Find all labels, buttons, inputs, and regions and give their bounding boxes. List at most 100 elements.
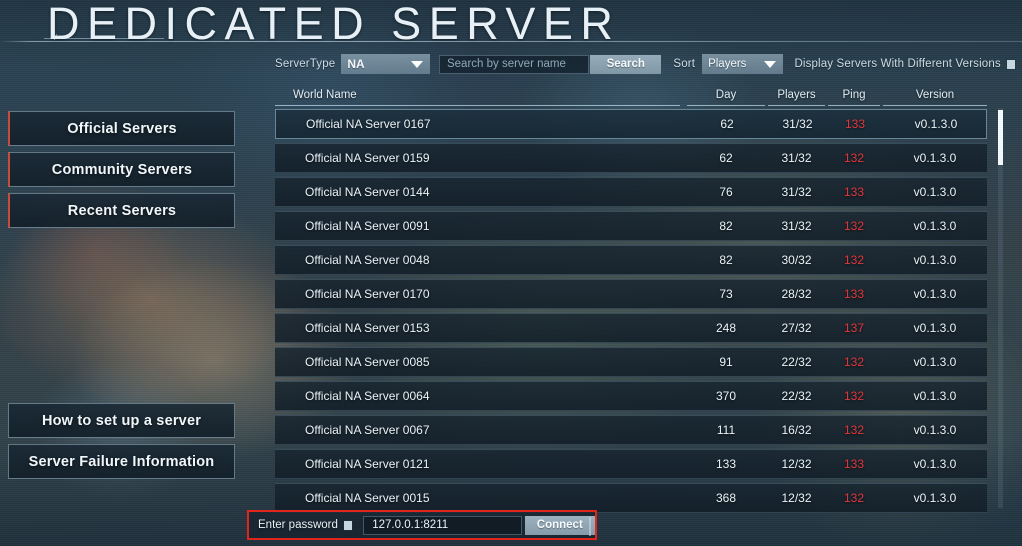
table-row[interactable]: Official NA Server 0091 82 31/32 132 v0.1.3.… [275,211,987,241]
cell-world-name: Official NA Server 0048 [305,253,430,267]
connect-bar: Enter password 127.0.0.1:8211 Connect [247,510,597,540]
cell-players: 22/32 [781,389,812,403]
sort-value: Players [708,58,747,70]
server-type-select[interactable]: NA [341,54,430,74]
server-type-value: NA [347,57,365,71]
cell-day: 111 [716,423,736,437]
filter-toolbar: ServerType NA Search by server name Sear… [275,54,1015,74]
search-input[interactable]: Search by server name [438,54,590,74]
table-row[interactable]: Official NA Server 0170 73 28/32 133 v0.1.3.… [275,279,987,309]
table-row[interactable]: Official NA Server 0167 62 31/32 133 v0.1.3.… [275,109,987,139]
cell-day: 370 [715,389,737,403]
cell-version: v0.1.3.0 [913,253,957,267]
column-header-world-name[interactable]: World Name [275,84,680,106]
server-address-input[interactable]: 127.0.0.1:8211 [363,515,522,535]
cell-day: 368 [715,491,737,505]
cell-version: v0.1.3.0 [913,219,957,233]
cell-world-name: Official NA Server 0015 [305,491,430,505]
search-placeholder: Search by server name [446,58,566,70]
cell-players: 28/32 [781,287,812,301]
cell-world-name: Official NA Server 0091 [305,219,430,233]
cell-version: v0.1.3.0 [913,185,957,199]
connect-button[interactable]: Connect [524,515,596,535]
table-row[interactable]: Official NA Server 0121 133 12/32 133 v0.1.3… [275,449,987,479]
sort-label: Sort [673,58,696,70]
cell-world-name: Official NA Server 0144 [305,185,430,199]
sidebar-item-how-to-set-up-a-server[interactable]: How to set up a server [8,403,235,438]
enter-password-label: Enter password [258,519,338,531]
cell-ping: 132 [843,253,865,267]
cell-day: 91 [719,355,733,369]
cell-ping: 132 [843,151,865,165]
table-row[interactable]: Official NA Server 0153 248 27/32 137 v0.1.3… [275,313,987,343]
server-rows: Official NA Server 0167 62 31/32 133 v0.1.3.… [275,109,987,514]
cell-day: 62 [720,117,734,131]
sidebar-item-label: How to set up a server [41,412,202,429]
cell-players: 27/32 [781,321,812,335]
cell-day: 62 [719,151,733,165]
enter-password-checkbox[interactable] [343,520,353,530]
server-type-label: ServerType [275,58,336,70]
table-row[interactable]: Official NA Server 0067 111 16/32 132 v0.1.3… [275,415,987,445]
cell-world-name: Official NA Server 0064 [305,389,430,403]
sidebar-item-label: Recent Servers [67,202,177,219]
cell-version: v0.1.3.0 [913,491,957,505]
cell-version: v0.1.3.0 [913,321,957,335]
table-row[interactable]: Official NA Server 0015 368 12/32 132 v0.1.3… [275,483,987,513]
cell-players: 31/32 [781,219,812,233]
cell-players: 31/32 [781,151,812,165]
cell-ping: 133 [844,117,866,131]
cell-version: v0.1.3.0 [913,355,957,369]
cell-ping: 133 [843,185,865,199]
cell-ping: 132 [843,219,865,233]
cell-ping: 133 [843,287,865,301]
table-row[interactable]: Official NA Server 0144 76 31/32 133 v0.1.3.… [275,177,987,207]
scrollbar-thumb[interactable] [998,110,1003,165]
cell-ping: 137 [843,321,865,335]
column-header-day[interactable]: Day [687,84,765,106]
table-row[interactable]: Official NA Server 0159 62 31/32 132 v0.1.3.… [275,143,987,173]
server-list-header: World Name Day Players Ping Version [275,84,987,108]
sort-select[interactable]: Players [702,54,784,74]
cell-day: 248 [715,321,737,335]
cell-day: 73 [719,287,733,301]
cell-day: 82 [719,219,733,233]
cell-players: 12/32 [781,491,812,505]
cell-players: 31/32 [781,185,812,199]
cell-players: 31/32 [782,117,813,131]
sidebar-item-recent-servers[interactable]: Recent Servers [8,193,235,228]
cell-world-name: Official NA Server 0085 [305,355,430,369]
cell-players: 22/32 [781,355,812,369]
server-list: World Name Day Players Ping Version Offi… [275,84,987,514]
sidebar-item-community-servers[interactable]: Community Servers [8,152,235,187]
sidebar-item-official-servers[interactable]: Official Servers [8,111,235,146]
title-accent-line [44,38,164,39]
cell-version: v0.1.3.0 [913,423,957,437]
cell-day: 76 [719,185,733,199]
server-address-value: 127.0.0.1:8211 [372,519,449,531]
cell-ping: 132 [843,423,865,437]
cell-version: v0.1.3.0 [913,151,957,165]
different-versions-checkbox[interactable] [1006,59,1015,69]
cell-day: 133 [715,457,737,471]
cell-world-name: Official NA Server 0153 [305,321,430,335]
table-row[interactable]: Official NA Server 0064 370 22/32 132 v0.1.3… [275,381,987,411]
sidebar-item-server-failure-information[interactable]: Server Failure Information [8,444,235,479]
table-row[interactable]: Official NA Server 0085 91 22/32 132 v0.1.3.… [275,347,987,377]
cell-world-name: Official NA Server 0159 [305,151,430,165]
cell-version: v0.1.3.0 [913,287,957,301]
column-header-ping[interactable]: Ping [828,84,880,106]
page-title: DEDICATED SERVER [47,0,621,49]
cell-version: v0.1.3.0 [913,457,957,471]
server-list-scrollbar[interactable] [998,108,1003,508]
column-header-players[interactable]: Players [768,84,825,106]
cell-day: 82 [719,253,733,267]
cell-world-name: Official NA Server 0067 [305,423,430,437]
column-header-version[interactable]: Version [883,84,987,106]
cell-players: 16/32 [781,423,812,437]
chevron-down-icon [764,61,777,68]
search-button[interactable]: Search [590,54,662,74]
table-row[interactable]: Official NA Server 0048 82 30/32 132 v0.1.3.… [275,245,987,275]
title-divider [0,41,1022,42]
cell-players: 30/32 [781,253,812,267]
